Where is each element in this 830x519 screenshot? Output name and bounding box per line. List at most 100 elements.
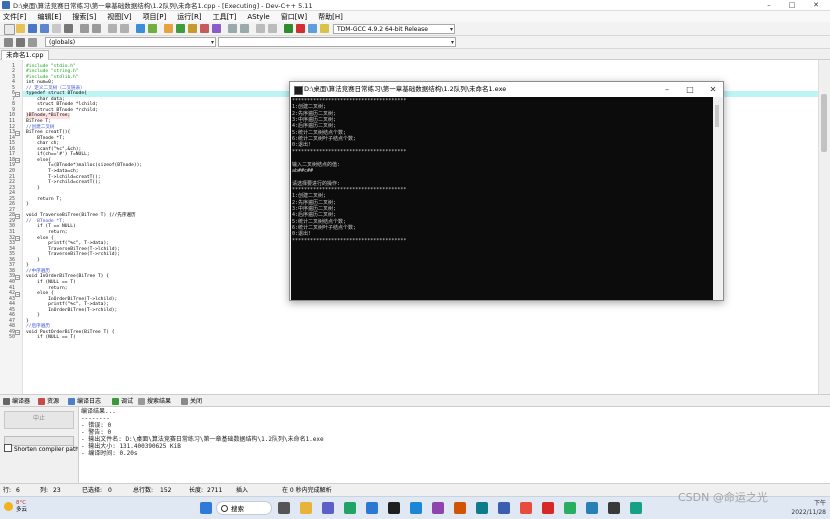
task-view-icon[interactable]	[278, 502, 290, 514]
open-folder-icon[interactable]	[16, 24, 25, 33]
console-output[interactable]: ************************************** 1:…	[291, 97, 714, 300]
profile-icon[interactable]	[320, 24, 329, 33]
tab-debug[interactable]: 调试	[112, 397, 133, 406]
tab-close[interactable]: 关闭	[181, 397, 202, 406]
minimize-button[interactable]: –	[758, 0, 780, 11]
console-taskbar-icon[interactable]	[608, 502, 620, 514]
fold-toggle-icon[interactable]: −	[15, 130, 20, 136]
new-file-icon[interactable]	[4, 24, 15, 35]
scrollbar-thumb[interactable]	[715, 105, 719, 127]
shorten-paths-checkbox[interactable]	[4, 444, 12, 452]
fold-toggle-icon[interactable]: −	[15, 213, 20, 219]
close-button[interactable]: ✕	[805, 0, 827, 11]
save-icon[interactable]	[28, 24, 37, 33]
clock[interactable]: 下午 2022/11/28	[770, 499, 826, 517]
fold-toggle-icon[interactable]: −	[15, 236, 20, 242]
taskbar-search[interactable]: 搜索	[216, 501, 272, 515]
compiler-select[interactable]: TDM-GCC 4.9.2 64-bit Release ▾	[333, 24, 455, 34]
menu-help[interactable]: 帮助[H]	[318, 12, 343, 22]
run-icon[interactable]	[176, 24, 185, 33]
menu-search[interactable]: 搜索[S]	[72, 12, 96, 22]
insert-icon[interactable]	[4, 38, 13, 47]
devcpp-taskbar-icon[interactable]	[498, 502, 510, 514]
windows-start-icon[interactable]	[200, 502, 212, 514]
compile-run-icon[interactable]	[188, 24, 197, 33]
fold-toggle-icon[interactable]: −	[15, 274, 20, 280]
fold-toggle-icon[interactable]: −	[15, 291, 20, 297]
fold-toggle-icon[interactable]: −	[15, 91, 20, 97]
menu-astyle[interactable]: AStyle	[247, 13, 269, 21]
toggle-bookmark-icon[interactable]	[256, 24, 265, 33]
mail-icon[interactable]	[366, 502, 378, 514]
compile-output-line: - 警告: 0	[81, 429, 112, 436]
maximize-button[interactable]: □	[781, 0, 803, 11]
console-minimize-button[interactable]: –	[656, 82, 678, 97]
qq-icon[interactable]	[586, 502, 598, 514]
netease-music-icon[interactable]	[542, 502, 554, 514]
fold-toggle-icon[interactable]: −	[15, 158, 20, 164]
save-all-icon[interactable]	[40, 24, 49, 33]
window-title: D:\桌面\算法竞赛日常练习\第一章基础数据结构\1.2队列\未命名1.cpp …	[13, 2, 313, 10]
edge-icon[interactable]	[344, 502, 356, 514]
close-file-icon[interactable]	[52, 24, 61, 33]
tab-resources[interactable]: 资源	[38, 397, 59, 406]
scope-select[interactable]: (globals) ▾	[45, 37, 216, 47]
debug-icon[interactable]	[212, 24, 221, 33]
clock-date: 2022/11/28	[791, 509, 826, 516]
menu-window[interactable]: 窗口[W]	[281, 12, 307, 22]
wps-icon[interactable]	[520, 502, 532, 514]
find-icon[interactable]	[108, 24, 117, 33]
class-browser-icon[interactable]	[148, 24, 157, 33]
menu-edit[interactable]: 编辑[E]	[38, 12, 62, 22]
syntax-check-icon[interactable]	[284, 24, 293, 33]
compile-output-line: 编译结果...	[81, 408, 116, 415]
compile-icon[interactable]	[164, 24, 173, 33]
rebuild-icon[interactable]	[200, 24, 209, 33]
teams-icon[interactable]	[322, 502, 334, 514]
indent-icon[interactable]	[228, 24, 237, 33]
abort-compile-button[interactable]: 中止	[4, 411, 74, 429]
scrollbar-thumb[interactable]	[821, 94, 827, 152]
tab-compile-log[interactable]: 编译日志	[68, 397, 101, 406]
wechat-icon[interactable]	[564, 502, 576, 514]
code-line: if (NULL == T)	[26, 335, 76, 341]
app-icon[interactable]	[454, 502, 466, 514]
visual-studio-icon[interactable]	[432, 502, 444, 514]
fold-toggle-icon[interactable]: −	[15, 330, 20, 336]
app2-icon[interactable]	[630, 502, 642, 514]
file-explorer-icon[interactable]	[300, 502, 312, 514]
menu-tools[interactable]: 工具[T]	[213, 12, 237, 22]
pycharm-icon[interactable]	[476, 502, 488, 514]
console-window[interactable]: D:\桌面\算法竞赛日常练习\第一章基础数据结构\1.2队列\未命名1.exe …	[289, 81, 724, 301]
replace-icon[interactable]	[120, 24, 129, 33]
console-close-button[interactable]: ✕	[702, 82, 724, 97]
shorten-paths-option[interactable]: Shorten compiler paths	[4, 444, 82, 454]
tab-search-results[interactable]: 搜索结果	[138, 397, 171, 406]
tab-label: 编译器	[12, 398, 31, 405]
terminal-icon[interactable]	[388, 502, 400, 514]
console-maximize-button[interactable]: □	[679, 82, 701, 97]
compile-output-line: - 输出大小: 131.400390625 KiB	[81, 443, 181, 450]
compile-output[interactable]: 编译结果... -------- - 错误: 0- 警告: 0- 输出文件名: D:…	[78, 407, 830, 483]
menu-file[interactable]: 文件[F]	[3, 12, 27, 22]
menu-view[interactable]: 视图[V]	[107, 12, 131, 22]
goto-line-icon[interactable]	[28, 38, 37, 47]
editor-scrollbar[interactable]	[818, 60, 830, 394]
vscode-icon[interactable]	[410, 502, 422, 514]
menu-run[interactable]: 运行[R]	[177, 12, 201, 22]
goto-bookmark-icon[interactable]	[268, 24, 277, 33]
console-scrollbar[interactable]	[713, 97, 722, 300]
tab-compiler[interactable]: 编译器	[3, 397, 30, 406]
menu-project[interactable]: 项目[P]	[143, 12, 167, 22]
unindent-icon[interactable]	[240, 24, 249, 33]
line-number-gutter: 1 2 3 4 5 6−7 8 9 10 11 12 13−14 15 16 17 18−19 20 21 22 23…	[0, 60, 23, 394]
redo-icon[interactable]	[92, 24, 101, 33]
weather-widget[interactable]: 8°C 多云	[4, 500, 27, 514]
project-icon[interactable]	[136, 24, 145, 33]
print-icon[interactable]	[64, 24, 73, 33]
member-select[interactable]: ▾	[218, 37, 456, 47]
toggle-comment-icon[interactable]	[16, 38, 25, 47]
undo-icon[interactable]	[80, 24, 89, 33]
stop-execution-icon[interactable]	[296, 24, 305, 33]
options-icon[interactable]	[308, 24, 317, 33]
